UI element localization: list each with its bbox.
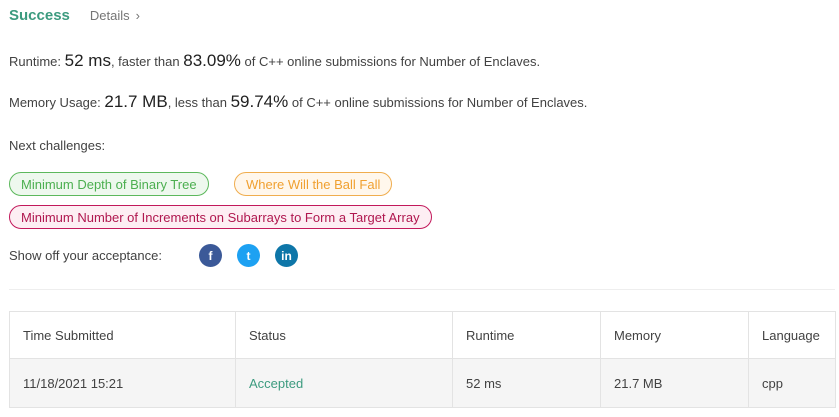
memory-suffix: of C++ online submissions for Number of … <box>291 95 588 110</box>
divider <box>9 289 835 290</box>
status-cell[interactable]: Accepted <box>235 358 453 408</box>
challenge-tag[interactable]: Minimum Number of Increments on Subarray… <box>9 205 432 229</box>
table-row[interactable]: 11/18/2021 15:21 Accepted 52 ms 21.7 MB … <box>9 358 836 408</box>
memory-percent: 59.74% <box>230 92 289 111</box>
share-label: Show off your acceptance: <box>9 248 162 263</box>
challenge-tag[interactable]: Minimum Depth of Binary Tree <box>9 172 209 196</box>
memory-comparison: , less than <box>167 95 227 110</box>
table-header-row: Time Submitted Status Runtime Memory Lan… <box>9 311 836 359</box>
memory-label: Memory Usage: <box>9 95 101 110</box>
result-header: Success Details › <box>9 7 140 24</box>
column-header: Language <box>748 311 836 359</box>
result-status: Success <box>9 7 70 24</box>
time-submitted-cell: 11/18/2021 15:21 <box>9 358 236 408</box>
column-header: Memory <box>600 311 749 359</box>
details-link[interactable]: Details <box>90 8 130 23</box>
submissions-table: Time Submitted Status Runtime Memory Lan… <box>9 311 836 408</box>
twitter-icon[interactable]: t <box>237 244 260 267</box>
facebook-icon[interactable]: f <box>199 244 222 267</box>
next-challenges-label: Next challenges: <box>9 138 106 153</box>
runtime-value: 52 ms <box>64 51 111 70</box>
column-header: Status <box>235 311 453 359</box>
column-header: Time Submitted <box>9 311 236 359</box>
memory-cell: 21.7 MB <box>600 358 749 408</box>
challenge-tag[interactable]: Where Will the Ball Fall <box>234 172 393 196</box>
language-cell: cpp <box>748 358 836 408</box>
runtime-comparison: , faster than <box>110 54 180 69</box>
column-header: Runtime <box>452 311 601 359</box>
runtime-cell: 52 ms <box>452 358 601 408</box>
runtime-label: Runtime: <box>9 54 62 69</box>
runtime-line: Runtime: 52 ms, faster than 83.09% of C+… <box>9 51 540 71</box>
linkedin-icon[interactable]: in <box>275 244 298 267</box>
memory-line: Memory Usage: 21.7 MB, less than 59.74% … <box>9 92 587 112</box>
memory-value: 21.7 MB <box>104 92 168 111</box>
runtime-percent: 83.09% <box>183 51 241 70</box>
runtime-suffix: of C++ online submissions for Number of … <box>244 54 541 69</box>
chevron-right-icon[interactable]: › <box>136 8 140 23</box>
